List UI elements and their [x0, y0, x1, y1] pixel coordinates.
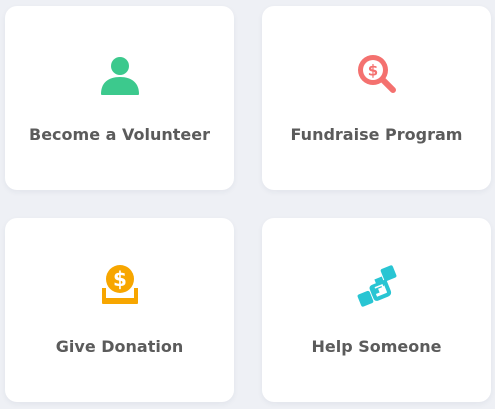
card-label: Become a Volunteer: [29, 125, 210, 144]
card-fundraise-program[interactable]: $ Fundraise Program: [262, 6, 491, 190]
card-label: Give Donation: [55, 337, 184, 356]
card-label: Help Someone: [311, 337, 442, 356]
svg-text:$: $: [113, 267, 127, 291]
card-give-donation[interactable]: $ Give Donation: [5, 218, 234, 402]
handshake-icon: [353, 262, 401, 310]
card-help-someone[interactable]: Help Someone: [262, 218, 491, 402]
svg-text:$: $: [367, 62, 377, 80]
donation-coin-icon: $: [96, 260, 144, 308]
volunteer-person-icon: [96, 50, 144, 98]
card-label: Fundraise Program: [290, 125, 463, 144]
card-become-volunteer[interactable]: Become a Volunteer: [5, 6, 234, 190]
fundraise-magnifier-dollar-icon: $: [353, 50, 401, 98]
